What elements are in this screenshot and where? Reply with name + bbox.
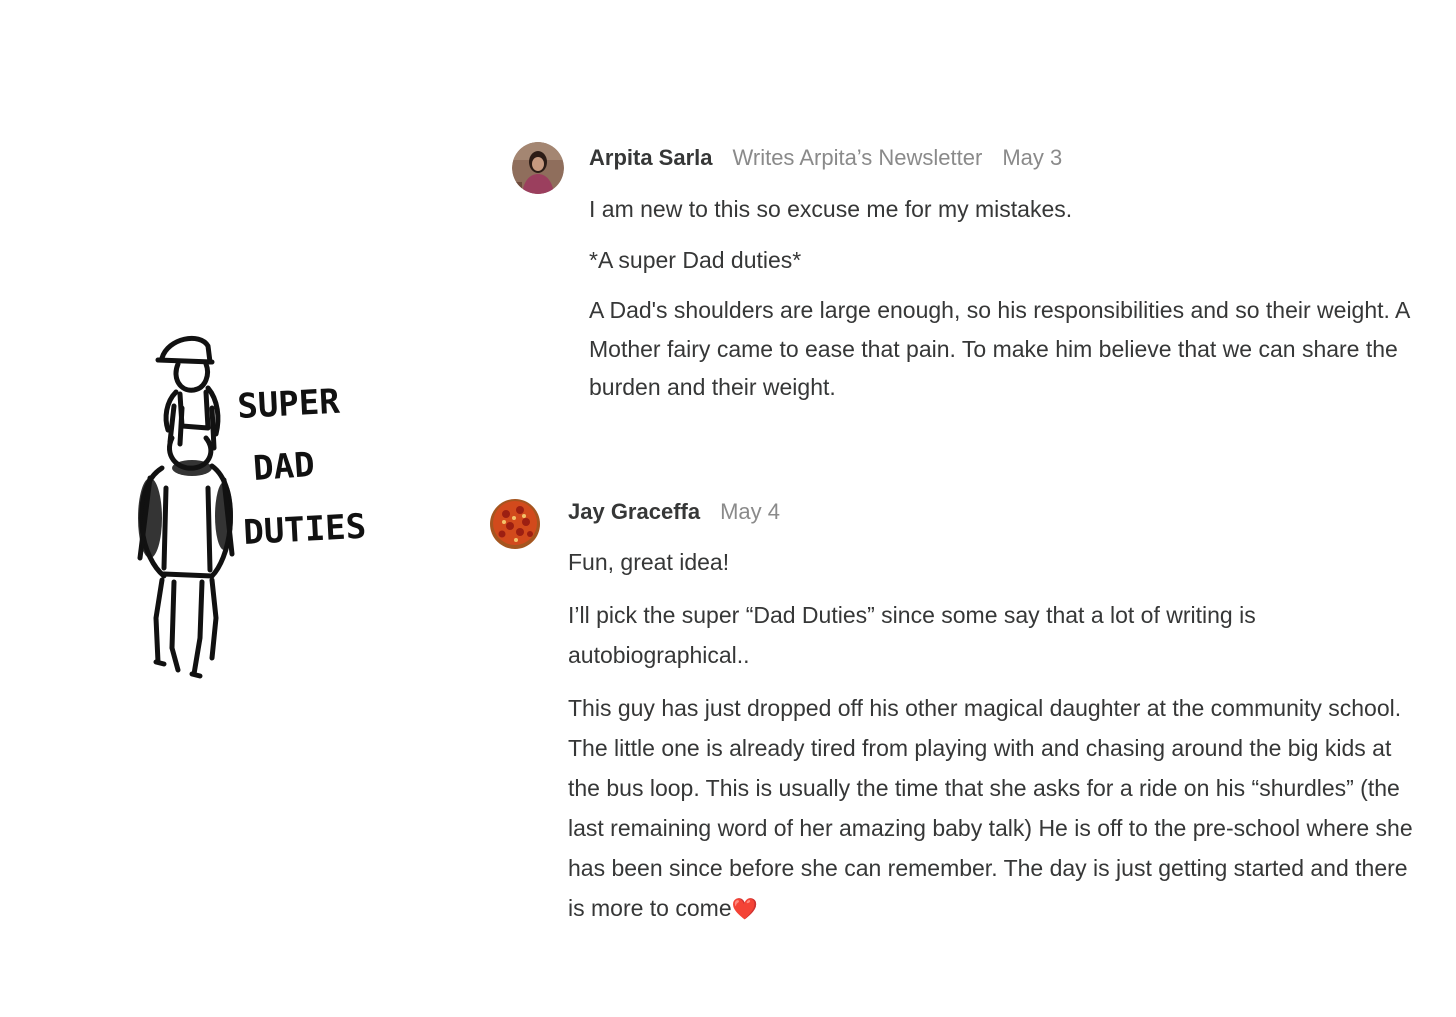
comment-author[interactable]: Jay Graceffa — [568, 498, 700, 526]
pizza-avatar-icon — [488, 496, 542, 550]
super-dad-duties-artwork: SUPER DAD DUTIES — [137, 335, 367, 679]
comment-meta: Jay Graceffa May 4 — [568, 498, 1428, 526]
comment-paragraph: *A super Dad duties* — [589, 246, 802, 273]
artwork-caption-super: SUPER — [236, 382, 341, 427]
comment-paragraph: A Dad's shoulders are large enough, so h… — [589, 297, 1410, 400]
comment-body: Arpita Sarla Writes Arpita’s Newsletter … — [589, 144, 1419, 419]
avatar[interactable] — [488, 496, 542, 550]
artwork-caption-dad: DAD — [252, 445, 316, 489]
comment-paragraph: Fun, great idea! — [568, 549, 730, 575]
comment-paragraph-text: This guy has just dropped off his other … — [568, 695, 1413, 921]
comment-date[interactable]: May 3 — [1002, 144, 1062, 172]
avatar-photo-icon — [512, 142, 564, 194]
artwork-caption-duties: DUTIES — [242, 507, 367, 553]
comment-date[interactable]: May 4 — [720, 498, 780, 526]
comment-paragraph: I am new to this so excuse me for my mis… — [589, 196, 1073, 222]
comment-paragraph: I’ll pick the super “Dad Duties” since s… — [568, 602, 1256, 668]
heart-emoji-icon: ❤️ — [731, 898, 758, 921]
author-publication-link[interactable]: Writes Arpita’s Newsletter — [733, 144, 983, 172]
comment-body: Jay Graceffa May 4 Fun, great idea! I’ll… — [568, 498, 1428, 943]
avatar[interactable] — [512, 142, 564, 194]
comment-meta: Arpita Sarla Writes Arpita’s Newsletter … — [589, 144, 1419, 172]
comment-paragraph-with-emoji: This guy has just dropped off his other … — [568, 688, 1428, 930]
comment-author[interactable]: Arpita Sarla — [589, 144, 713, 172]
